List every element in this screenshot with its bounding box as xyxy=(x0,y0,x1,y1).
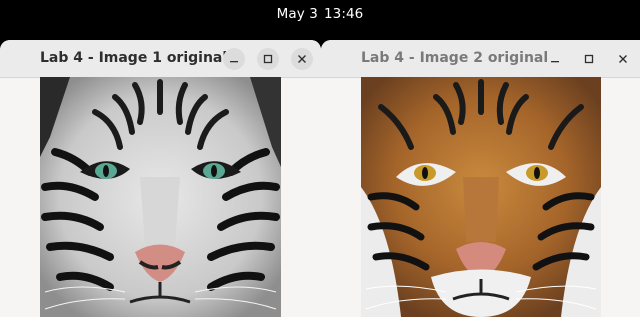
minimize-button[interactable] xyxy=(544,48,566,70)
image-window-1[interactable]: Lab 4 - Image 1 original xyxy=(0,40,321,317)
clock[interactable]: May 3 13:46 xyxy=(0,0,640,28)
minimize-icon xyxy=(230,61,238,63)
top-bar: May 3 13:46 xyxy=(0,0,640,28)
window-title: Lab 4 - Image 1 original xyxy=(40,50,228,66)
white-tiger-image xyxy=(40,77,281,317)
orange-tiger-image xyxy=(361,77,601,317)
minimize-button[interactable] xyxy=(223,48,245,70)
clock-date: May 3 xyxy=(276,6,318,22)
maximize-button[interactable] xyxy=(257,48,279,70)
image-window-2[interactable]: Lab 4 - Image 2 original xyxy=(321,40,640,317)
clock-time: 13:46 xyxy=(323,6,364,22)
close-icon xyxy=(619,55,627,63)
close-button[interactable] xyxy=(291,48,313,70)
maximize-icon xyxy=(584,54,594,64)
title-bar[interactable]: Lab 4 - Image 1 original xyxy=(0,40,321,78)
minimize-icon xyxy=(551,61,559,63)
maximize-button[interactable] xyxy=(578,48,600,70)
close-button[interactable] xyxy=(612,48,634,70)
window-title: Lab 4 - Image 2 original xyxy=(361,50,549,66)
title-bar[interactable]: Lab 4 - Image 2 original xyxy=(321,40,640,78)
close-icon xyxy=(298,55,306,63)
maximize-icon xyxy=(263,54,273,64)
